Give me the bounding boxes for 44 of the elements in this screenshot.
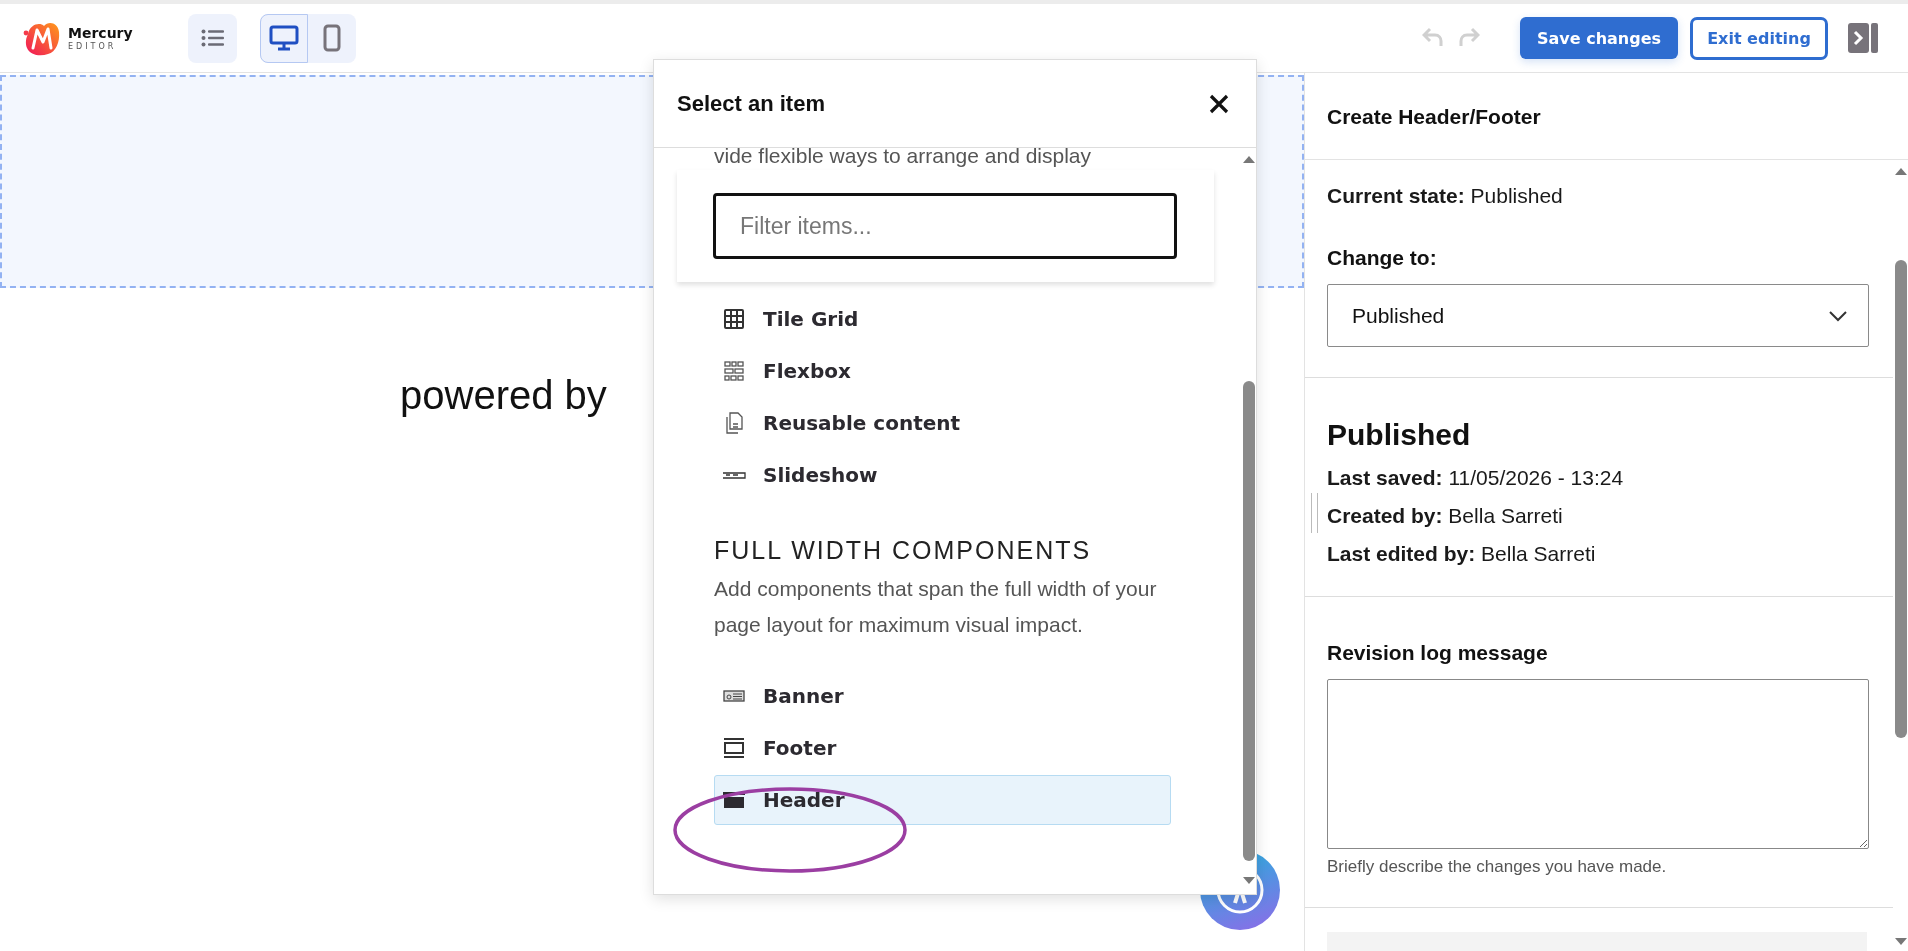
save-button[interactable]: Save changes [1520, 17, 1678, 59]
meta-text: Last saved: 11/05/2026 - 13:24 [1327, 466, 1625, 490]
resize-handle[interactable] [1311, 493, 1318, 533]
outline-button[interactable] [188, 13, 237, 63]
component-item[interactable]: Reusable content [714, 398, 1171, 448]
state-dropdown[interactable]: Published [1327, 284, 1869, 347]
meta-text: Last edited by: Bella Sarreti [1327, 542, 1597, 566]
modal-title: Select an item [677, 90, 825, 117]
section-heading: FULL WIDTH COMPONENTS [714, 536, 1093, 565]
monitor-icon [269, 25, 299, 51]
slides-icon [722, 470, 746, 480]
component-item[interactable]: Tile Grid [714, 294, 1171, 344]
banner-icon [722, 690, 746, 702]
exit-button[interactable]: Exit editing [1690, 16, 1828, 60]
component-item[interactable]: Header [714, 775, 1171, 825]
change-to-label: Change to: [1327, 246, 1438, 270]
footer-icon [722, 737, 746, 759]
component-item[interactable]: Flexbox [714, 346, 1171, 396]
close-icon[interactable] [1209, 93, 1229, 114]
blocks-icon [722, 361, 746, 381]
filter-field[interactable]: Filter items... [713, 193, 1177, 259]
undo-icon [1422, 25, 1444, 48]
component-item[interactable]: Slideshow [714, 450, 1171, 500]
phone-icon [323, 24, 341, 52]
component-item[interactable]: Banner [714, 671, 1171, 721]
collapse-panel-icon[interactable] [1848, 23, 1878, 53]
panel-title: Create Header/Footer [1305, 73, 1908, 160]
redo-icon [1458, 25, 1480, 48]
current-state-text: Current state: Published [1327, 184, 1564, 208]
list-icon [200, 29, 225, 47]
logo-tagline: EDITOR [68, 42, 118, 51]
powered-by-text: powered by [400, 373, 607, 418]
section-description: Add components that span the full width of your page layout for maximum visual impact. [714, 576, 1158, 638]
component-item[interactable]: Footer [714, 723, 1171, 773]
logo-name: Mercury [68, 25, 133, 40]
status-heading: Published [1327, 418, 1472, 452]
description-text: vide flexible ways to arrange and display [713, 148, 1093, 168]
meta-text: Created by: Bella Sarreti [1327, 504, 1564, 528]
chevron-down-icon [1828, 309, 1848, 322]
desktop-view-button[interactable] [260, 13, 308, 63]
hint-text: Briefly describe the changes you have made. [1327, 857, 1668, 877]
revision-label: Revision log message [1327, 641, 1549, 665]
grid-icon [722, 309, 746, 329]
header-icon [722, 792, 746, 808]
